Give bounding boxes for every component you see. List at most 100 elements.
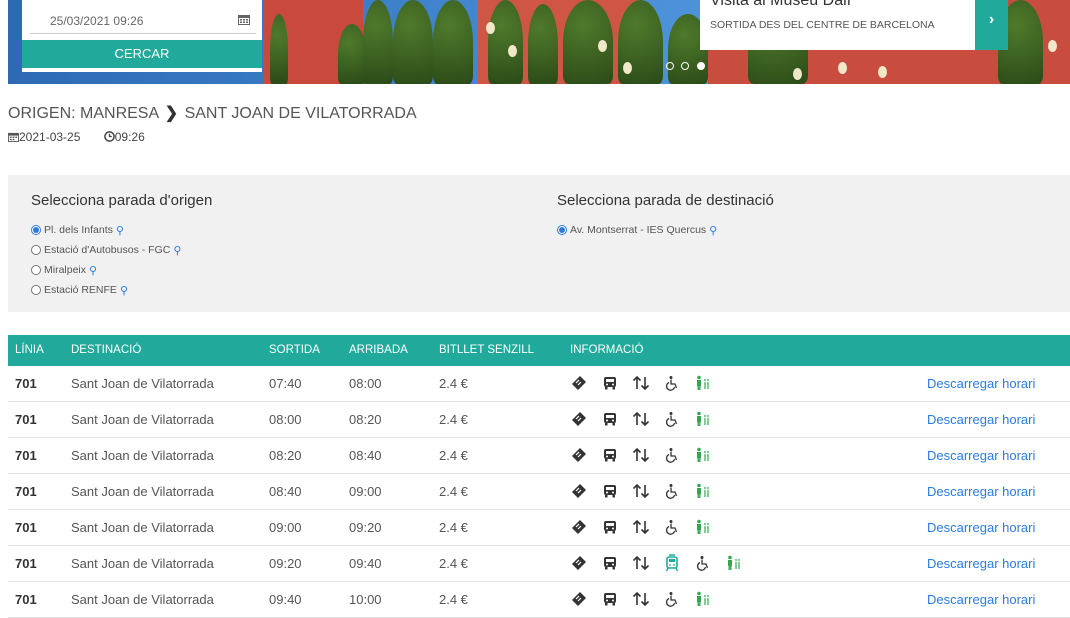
cell-price: 2.4 €: [439, 376, 468, 391]
route-origin: MANRESA: [80, 105, 159, 122]
transfer-icon: [632, 554, 650, 572]
origin-stop-option[interactable]: Pl. dels Infants ⚲: [31, 220, 181, 240]
bus-icon: [601, 374, 619, 392]
download-timetable-link[interactable]: Descarregar horari: [927, 592, 1035, 607]
cell-departure: 09:40: [269, 592, 302, 607]
banner-ornament: [508, 45, 517, 57]
tram-icon: [663, 554, 681, 572]
timetable: LÍNIA DESTINACIÓ SORTIDA ARRIBADA BITLLE…: [8, 335, 1070, 618]
cell-destination: Sant Joan de Vilatorrada: [71, 556, 214, 571]
info-icons: [570, 590, 725, 608]
radio-selected[interactable]: [557, 225, 567, 235]
cell-departure: 09:00: [269, 520, 302, 535]
table-body: 701 Sant Joan de Vilatorrada 07:40 08:00…: [8, 366, 1070, 618]
header-ticket: BITLLET SENZILL: [439, 344, 535, 356]
cell-price: 2.4 €: [439, 592, 468, 607]
search-card: 25/03/2021 09:26 CERCAR: [22, 0, 262, 72]
download-timetable-link[interactable]: Descarregar horari: [927, 556, 1035, 571]
promo-next-button[interactable]: ›: [975, 0, 1008, 50]
carousel-dot[interactable]: [666, 62, 674, 70]
family-icon: [694, 374, 712, 392]
promo-card[interactable]: Visita al Museu Dalí SORTIDA DES DEL CEN…: [700, 0, 975, 50]
chevron-right-icon: ❯: [164, 105, 179, 122]
stop-label: Estació RENFE: [44, 284, 117, 296]
accessible-icon: [694, 554, 712, 572]
cell-departure: 08:20: [269, 448, 302, 463]
download-timetable-link[interactable]: Descarregar horari: [927, 484, 1035, 499]
carousel-dots: [666, 57, 708, 75]
download-timetable-link[interactable]: Descarregar horari: [927, 520, 1035, 535]
carousel-dot[interactable]: [681, 62, 690, 70]
accessible-icon: [663, 410, 681, 428]
promo-title: Visita al Museu Dalí: [710, 0, 852, 9]
calendar-icon: [8, 132, 19, 142]
transfer-icon: [632, 482, 650, 500]
radio-selected[interactable]: [31, 225, 41, 235]
info-icons: [570, 446, 725, 464]
download-timetable-link[interactable]: Descarregar horari: [927, 412, 1035, 427]
promo-subtitle: SORTIDA DES DEL CENTRE DE BARCELONA: [710, 19, 935, 31]
radio-unselected[interactable]: [31, 285, 41, 295]
transfer-icon: [632, 518, 650, 536]
stop-selection-panel: Selecciona parada d'origen Pl. dels Infa…: [8, 175, 1070, 312]
cell-destination: Sant Joan de Vilatorrada: [71, 592, 214, 607]
bus-icon: [601, 482, 619, 500]
cell-destination: Sant Joan de Vilatorrada: [71, 448, 214, 463]
header-line: LÍNIA: [15, 344, 44, 356]
carousel-dot-active[interactable]: [696, 62, 705, 70]
ticket-icon: [570, 590, 588, 608]
banner-ornament: [793, 68, 802, 80]
cell-arrival: 08:20: [349, 412, 382, 427]
bus-icon: [601, 590, 619, 608]
map-pin-icon[interactable]: ⚲: [116, 224, 124, 237]
banner-ornament: [878, 66, 887, 78]
origin-stop-option[interactable]: Estació RENFE ⚲: [31, 280, 181, 300]
banner-tree: [270, 14, 288, 84]
search-button[interactable]: CERCAR: [22, 40, 262, 68]
map-pin-icon[interactable]: ⚲: [709, 224, 717, 237]
origin-stop-option[interactable]: Estació d'Autobusos - FGC ⚲: [31, 240, 181, 260]
table-row: 701 Sant Joan de Vilatorrada 07:40 08:00…: [8, 366, 1070, 402]
accessible-icon: [663, 446, 681, 464]
info-icons: [570, 374, 725, 392]
ticket-icon: [570, 482, 588, 500]
radio-unselected[interactable]: [31, 245, 41, 255]
calendar-icon[interactable]: [238, 14, 250, 25]
download-timetable-link[interactable]: Descarregar horari: [927, 376, 1035, 391]
clock-icon: [103, 131, 115, 142]
accessible-icon: [663, 482, 681, 500]
bus-icon: [601, 554, 619, 572]
cell-price: 2.4 €: [439, 448, 468, 463]
family-icon: [694, 590, 712, 608]
banner-tree: [488, 0, 523, 84]
radio-unselected[interactable]: [31, 265, 41, 275]
download-timetable-link[interactable]: Descarregar horari: [927, 448, 1035, 463]
banner-tree: [338, 24, 366, 84]
cell-destination: Sant Joan de Vilatorrada: [71, 376, 214, 391]
cell-arrival: 09:40: [349, 556, 382, 571]
banner-ornament: [623, 62, 632, 74]
route-time: 09:26: [114, 130, 145, 144]
origin-stop-option[interactable]: Miralpeix ⚲: [31, 260, 181, 280]
datetime-field[interactable]: 25/03/2021 09:26: [30, 4, 256, 34]
map-pin-icon[interactable]: ⚲: [120, 284, 128, 297]
banner-tree: [528, 4, 558, 84]
family-icon: [694, 482, 712, 500]
map-pin-icon[interactable]: ⚲: [89, 264, 97, 277]
cell-price: 2.4 €: [439, 412, 468, 427]
family-icon: [694, 446, 712, 464]
cell-line: 701: [15, 412, 37, 427]
banner-ornament: [486, 22, 495, 34]
destination-stop-option[interactable]: Av. Montserrat - IES Quercus ⚲: [557, 220, 717, 240]
cell-price: 2.4 €: [439, 484, 468, 499]
info-icons: [570, 518, 725, 536]
table-row: 701 Sant Joan de Vilatorrada 08:20 08:40…: [8, 438, 1070, 474]
cell-line: 701: [15, 484, 37, 499]
bus-icon: [601, 446, 619, 464]
map-pin-icon[interactable]: ⚲: [173, 244, 181, 257]
datetime-value[interactable]: 25/03/2021 09:26: [50, 14, 143, 28]
bus-icon: [601, 410, 619, 428]
cell-destination: Sant Joan de Vilatorrada: [71, 520, 214, 535]
header-destination: DESTINACIÓ: [71, 344, 142, 356]
ticket-icon: [570, 374, 588, 392]
